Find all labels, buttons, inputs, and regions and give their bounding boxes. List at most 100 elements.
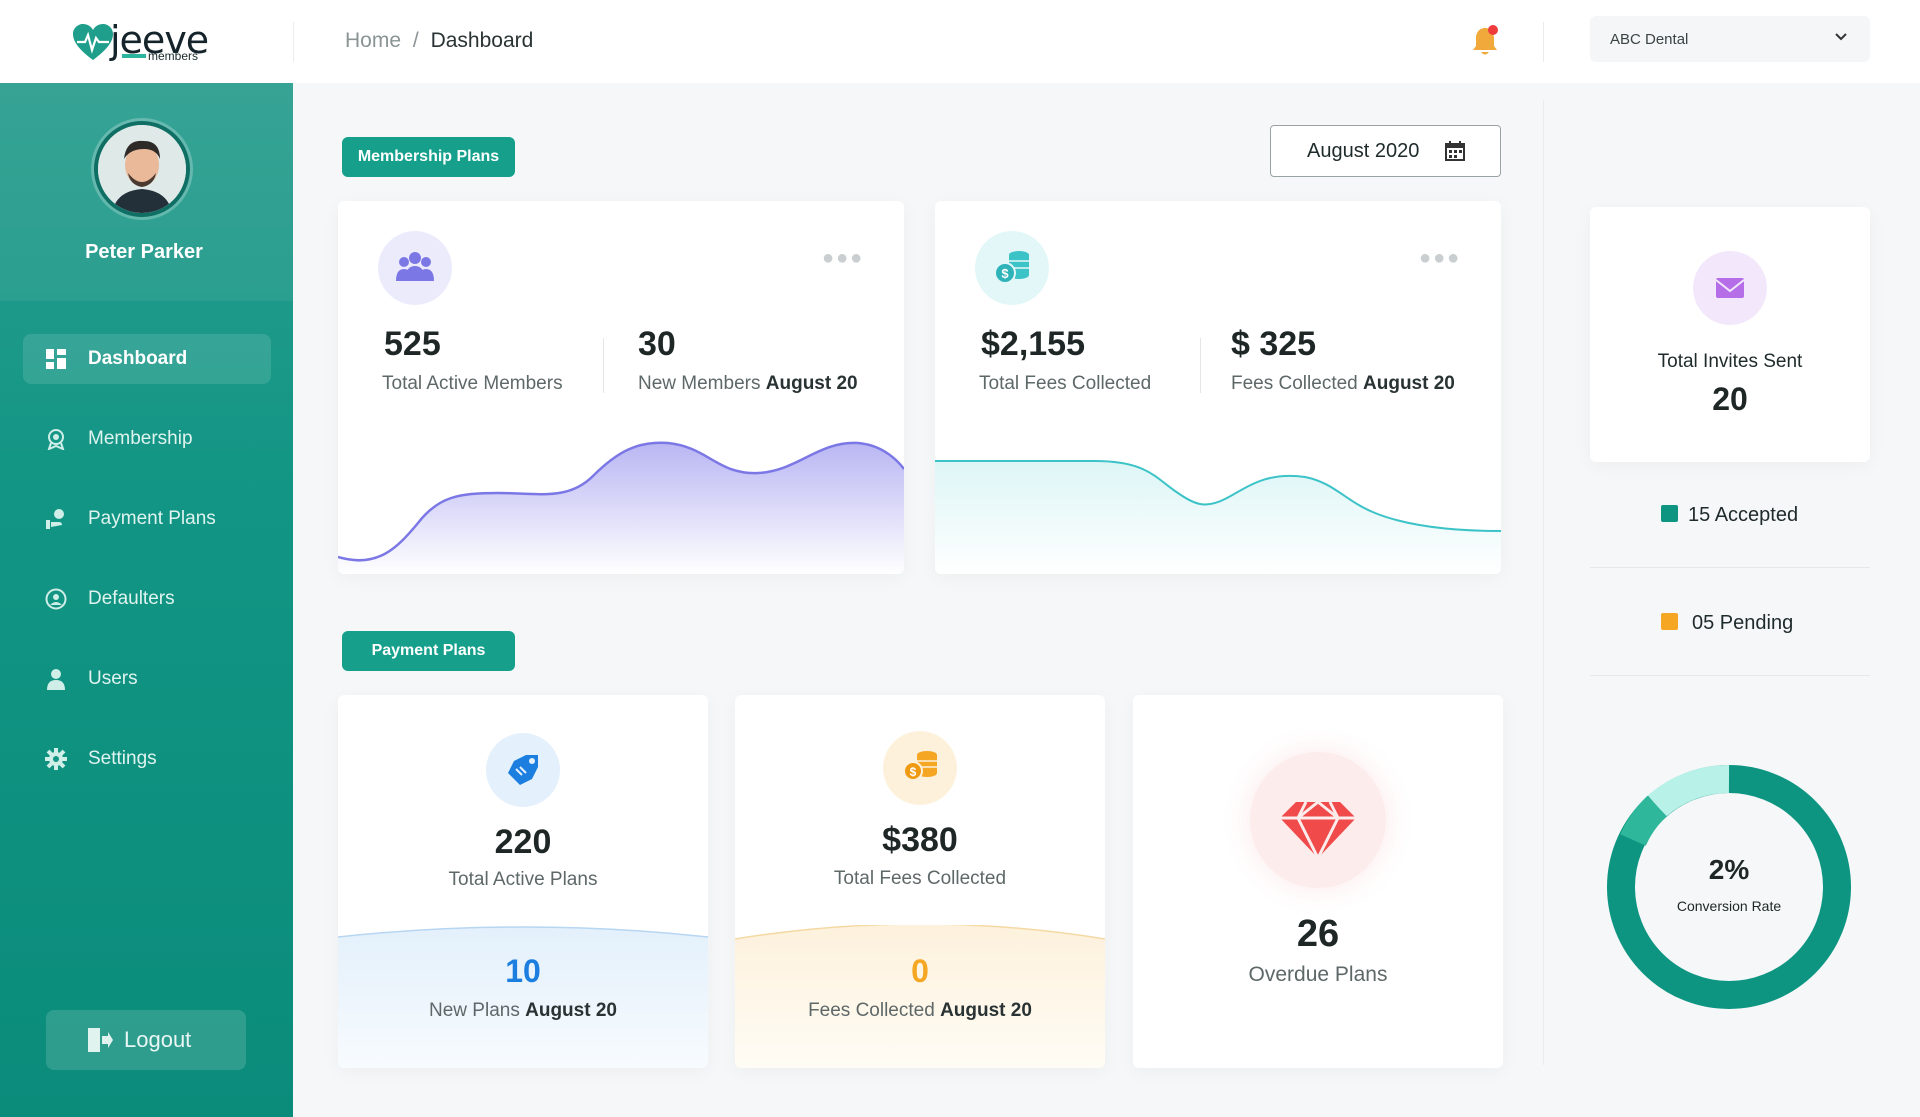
invites-value: 20 <box>1712 381 1748 417</box>
coins-stack-icon: $ <box>903 751 937 781</box>
top-bar: jeeve members Home / Dashboard ABC Denta… <box>0 0 1920 83</box>
payment-plans-label: Payment Plans <box>342 631 515 671</box>
total-fees-label: Total Fees Collected <box>979 373 1152 394</box>
stat-divider <box>603 338 604 393</box>
logo[interactable]: jeeve members <box>72 18 212 64</box>
chevron-down-icon <box>1835 33 1847 41</box>
more-options-icon[interactable]: ●●● <box>1419 247 1461 270</box>
overdue-icon-circle <box>1250 752 1386 888</box>
conversion-value: 2% <box>1708 854 1750 885</box>
pending-row: 05 Pending <box>1590 568 1870 676</box>
svg-text:$: $ <box>1001 266 1009 281</box>
payment-total-fees-label: Total Fees Collected <box>833 868 1007 889</box>
fees-area-chart <box>935 460 1501 574</box>
sidebar-item-label: Settings <box>88 748 157 769</box>
date-picker[interactable]: August 2020 <box>1270 125 1501 177</box>
pending-label: 05 Pending <box>1692 612 1794 634</box>
tag-icon <box>508 755 538 785</box>
total-fees-value: $2,155 <box>981 325 1085 363</box>
overdue-plans-card: 26 Overdue Plans <box>1133 695 1503 1068</box>
breadcrumb-home[interactable]: Home <box>345 29 401 52</box>
members-area-chart <box>338 441 904 574</box>
month-fees-label: Fees Collected August 20 <box>1231 373 1455 395</box>
sidebar-item-defaulters[interactable]: Defaulters <box>23 574 271 624</box>
svg-text:$: $ <box>910 765 917 779</box>
sidebar-item-label: Users <box>88 668 138 689</box>
donut-segment-mid <box>1620 795 1668 847</box>
sidebar-item-users[interactable]: Users <box>23 654 271 704</box>
new-plans-text: New Plans <box>429 1000 520 1021</box>
logout-button[interactable]: Logout <box>46 1010 246 1070</box>
group-icon <box>396 252 434 281</box>
payment-fees-card-wave <box>735 925 1105 1068</box>
payment-month-fees-value: 0 <box>911 953 929 989</box>
sidebar-item-label: Payment Plans <box>88 508 216 529</box>
accepted-label: 15 Accepted <box>1688 504 1799 526</box>
new-members-label: New Members August 20 <box>638 373 858 395</box>
breadcrumb-current: Dashboard <box>430 29 534 52</box>
diamond-icon <box>1280 800 1356 862</box>
new-members-text: New Members <box>638 373 761 394</box>
defaulter-icon <box>45 588 67 610</box>
plans-icon-circle <box>486 733 560 807</box>
new-plans-period: August 20 <box>525 1000 617 1021</box>
date-value: August 2020 <box>1307 140 1420 162</box>
invites-card: Total Invites Sent 20 <box>1590 207 1870 462</box>
heart-logo-icon <box>73 24 113 60</box>
overdue-plans-value: 26 <box>1296 913 1340 955</box>
new-plans-value: 10 <box>505 953 541 989</box>
payment-month-fees-period: August 20 <box>940 1000 1032 1021</box>
payment-month-fees-text: Fees Collected <box>808 1000 935 1021</box>
new-members-period: August 20 <box>765 373 858 394</box>
new-members-value: 30 <box>638 325 676 363</box>
header-divider <box>293 22 294 62</box>
grid-icon <box>46 349 66 369</box>
members-card: ●●● 525 Total Active Members 30 New Memb… <box>338 201 904 574</box>
total-active-members-label: Total Active Members <box>382 373 563 394</box>
logout-label: Logout <box>124 1027 192 1052</box>
donut-segment-light <box>1647 764 1730 817</box>
sidebar: Peter Parker Dashboard Membership Paymen… <box>0 83 293 1117</box>
clinic-selector[interactable]: ABC Dental <box>1590 16 1870 62</box>
avatar[interactable] <box>94 121 190 217</box>
total-active-plans-value: 220 <box>494 823 552 861</box>
notification-bell[interactable] <box>1470 24 1500 58</box>
members-area-fill <box>338 442 904 574</box>
right-panel-divider <box>1543 100 1544 1065</box>
sidebar-item-label: Membership <box>88 428 193 449</box>
breadcrumb-separator: / <box>412 29 419 52</box>
payment-fees-icon-circle: $ <box>883 731 957 805</box>
fees-icon-circle: $ <box>975 231 1049 305</box>
month-fees-value: $ 325 <box>1231 325 1317 363</box>
payment-total-fees-value: $380 <box>882 821 958 859</box>
sidebar-item-settings[interactable]: Settings <box>23 734 271 784</box>
sidebar-item-label: Dashboard <box>88 348 188 369</box>
profile-name: Peter Parker <box>85 241 203 263</box>
logout-icon <box>88 1028 113 1052</box>
payment-month-fees-label: Fees Collected August 20 <box>735 1000 1105 1022</box>
payment-plans-icon <box>46 509 64 529</box>
more-options-icon[interactable]: ●●● <box>822 247 864 270</box>
logo-subtext: members <box>148 49 199 63</box>
invites-icon-circle <box>1693 251 1767 325</box>
sidebar-item-payment-plans[interactable]: Payment Plans <box>23 494 271 544</box>
conversion-label: Conversion Rate <box>1676 898 1782 914</box>
month-fees-period: August 20 <box>1363 373 1455 394</box>
sidebar-item-membership[interactable]: Membership <box>23 414 271 464</box>
gear-icon <box>45 748 67 770</box>
overdue-plans-label: Overdue Plans <box>1248 963 1388 986</box>
plans-card-wave <box>338 926 708 1068</box>
user-icon <box>47 669 65 690</box>
payment-fees-card: $ $380 Total Fees Collected 0 Fees Colle… <box>735 695 1105 1068</box>
total-active-plans-label: Total Active Plans <box>448 869 598 890</box>
envelope-icon <box>1715 278 1745 298</box>
logo-underline <box>122 54 146 58</box>
month-fees-text: Fees Collected <box>1231 373 1358 394</box>
sidebar-item-label: Defaulters <box>88 588 175 609</box>
coins-icon: $ <box>994 251 1029 284</box>
fees-area-fill <box>935 461 1501 574</box>
conversion-rate-donut: 2% Conversion Rate <box>1604 762 1854 1012</box>
new-plans-label: New Plans August 20 <box>338 1000 708 1022</box>
membership-icon <box>47 429 65 450</box>
sidebar-item-dashboard[interactable]: Dashboard <box>23 334 271 384</box>
